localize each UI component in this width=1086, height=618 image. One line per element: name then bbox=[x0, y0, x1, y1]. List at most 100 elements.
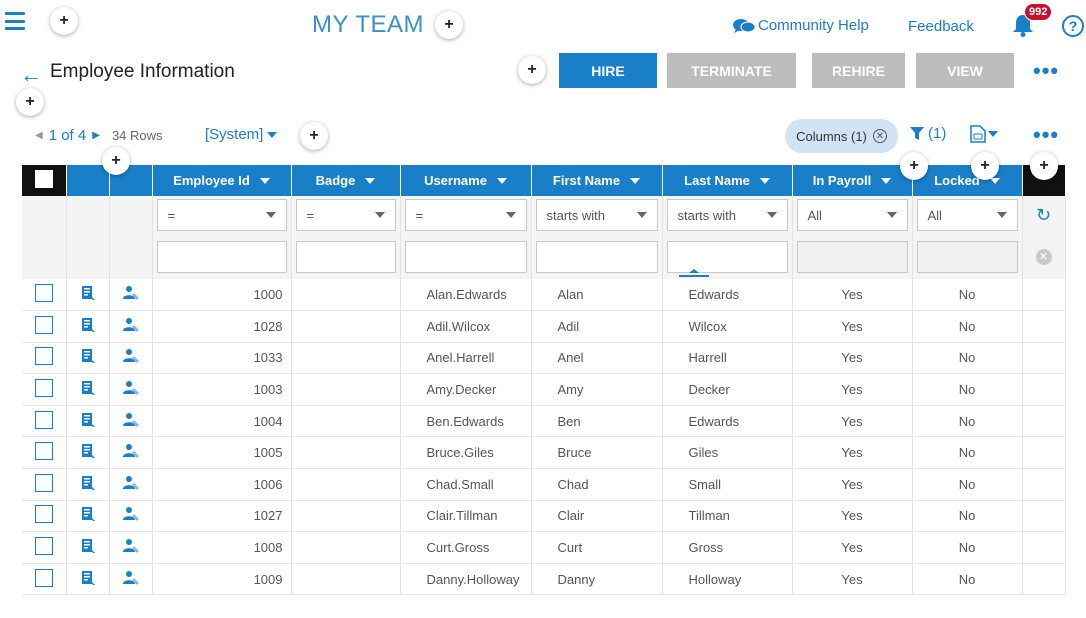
table-row[interactable]: 1005 Bruce.Giles Bruce Giles Yes No bbox=[22, 436, 1066, 470]
terminate-button[interactable]: TERMINATE bbox=[667, 53, 796, 88]
edit-record-icon[interactable] bbox=[80, 444, 96, 462]
cell-in-payroll: Yes bbox=[792, 563, 913, 596]
user-edit-icon[interactable] bbox=[122, 507, 140, 525]
select-value: All bbox=[807, 207, 822, 223]
add-tour-hotspot[interactable]: + bbox=[518, 56, 546, 84]
cell-in-payroll: Yes bbox=[792, 436, 913, 470]
grid-more-menu[interactable]: ••• bbox=[1033, 124, 1059, 146]
user-edit-icon[interactable] bbox=[122, 286, 140, 304]
row-checkbox[interactable] bbox=[34, 315, 53, 334]
edit-record-icon[interactable] bbox=[80, 475, 96, 494]
edit-record-icon[interactable] bbox=[80, 412, 96, 431]
first-name-operator-select[interactable]: starts with bbox=[535, 199, 658, 231]
columns-chip[interactable]: Columns (1) ✕ bbox=[785, 119, 898, 153]
clear-filter-icon[interactable]: ✕ bbox=[1035, 248, 1052, 265]
row-checkbox[interactable] bbox=[34, 442, 53, 461]
add-tour-hotspot[interactable]: + bbox=[102, 147, 130, 175]
column-header-employee-id[interactable]: Employee Id bbox=[152, 165, 292, 196]
badge-operator-select[interactable]: = bbox=[295, 199, 396, 231]
row-checkbox[interactable] bbox=[34, 537, 53, 556]
table-row[interactable]: 1008 Curt.Gross Curt Gross Yes No bbox=[22, 531, 1066, 564]
user-edit-icon[interactable] bbox=[122, 317, 140, 336]
view-button[interactable]: VIEW bbox=[916, 53, 1014, 88]
employee-id-filter-input[interactable] bbox=[156, 240, 287, 273]
select-all-header[interactable] bbox=[22, 165, 67, 196]
chevron-down-icon[interactable] bbox=[365, 177, 376, 184]
chevron-down-icon[interactable] bbox=[496, 177, 507, 184]
row-checkbox[interactable] bbox=[34, 568, 53, 587]
row-checkbox[interactable] bbox=[34, 473, 53, 492]
user-edit-icon[interactable] bbox=[122, 349, 140, 367]
first-name-filter-input[interactable] bbox=[535, 240, 658, 273]
view-selector[interactable]: [System] bbox=[205, 126, 278, 143]
table-row[interactable]: 1000 Alan.Edwards Alan Edwards Yes No bbox=[22, 279, 1066, 312]
add-tour-hotspot[interactable]: + bbox=[900, 152, 928, 180]
chevron-down-icon[interactable] bbox=[259, 177, 270, 184]
column-header-locked[interactable]: Locked bbox=[912, 165, 1023, 196]
column-header-username[interactable]: Username bbox=[400, 165, 532, 196]
cell-last-name: Wilcox bbox=[662, 310, 793, 343]
table-row[interactable]: 1004 Ben.Edwards Ben Edwards Yes No bbox=[22, 405, 1066, 438]
add-tour-hotspot[interactable]: + bbox=[971, 152, 999, 180]
close-icon[interactable]: ✕ bbox=[872, 129, 887, 143]
table-row[interactable]: 1028 Adil.Wilcox Adil Wilcox Yes No bbox=[22, 310, 1066, 343]
table-row[interactable]: 1033 Anel.Harrell Anel Harrell Yes No bbox=[22, 342, 1066, 375]
row-checkbox[interactable] bbox=[34, 347, 53, 366]
edit-record-icon[interactable] bbox=[80, 286, 96, 304]
edit-record-icon[interactable] bbox=[80, 539, 96, 557]
sort-ascending-icon[interactable] bbox=[678, 268, 709, 278]
row-checkbox[interactable] bbox=[34, 379, 53, 398]
community-help-link[interactable]: Community Help bbox=[732, 17, 869, 34]
table-row[interactable]: 1006 Chad.Small Chad Small Yes No bbox=[22, 468, 1066, 501]
column-header-first-name[interactable]: First Name bbox=[531, 165, 663, 196]
last-name-operator-select[interactable]: starts with bbox=[666, 199, 788, 231]
username-filter-input[interactable] bbox=[404, 240, 527, 273]
chevron-down-icon[interactable] bbox=[759, 177, 770, 184]
add-tour-hotspot[interactable]: + bbox=[16, 88, 44, 116]
edit-record-icon[interactable] bbox=[80, 381, 96, 399]
user-edit-icon[interactable] bbox=[122, 570, 140, 589]
row-checkbox[interactable] bbox=[34, 410, 53, 429]
in-payroll-filter-select[interactable]: All bbox=[796, 199, 908, 231]
edit-record-icon[interactable] bbox=[80, 349, 96, 367]
username-operator-select[interactable]: = bbox=[404, 199, 527, 231]
chevron-down-icon[interactable] bbox=[881, 177, 892, 184]
add-tour-hotspot[interactable]: + bbox=[50, 7, 78, 35]
menu-icon[interactable] bbox=[5, 12, 25, 30]
filter-toggle[interactable]: (1) bbox=[910, 125, 946, 142]
table-row[interactable]: 1027 Clair.Tillman Clair Tillman Yes No bbox=[22, 500, 1066, 533]
add-tour-hotspot[interactable]: + bbox=[435, 11, 463, 39]
edit-record-icon[interactable] bbox=[80, 317, 96, 336]
column-header-in-payroll[interactable]: In Payroll bbox=[792, 165, 913, 196]
back-arrow-icon[interactable]: ← bbox=[20, 62, 42, 88]
chevron-down-icon[interactable] bbox=[630, 177, 641, 184]
table-row[interactable]: 1009 Danny.Holloway Danny Holloway Yes No bbox=[22, 563, 1066, 596]
prev-page-icon[interactable]: ◀ bbox=[35, 130, 43, 141]
select-all-checkbox[interactable] bbox=[34, 170, 53, 188]
user-edit-icon[interactable] bbox=[122, 444, 140, 462]
edit-record-icon[interactable] bbox=[80, 570, 96, 589]
user-edit-icon[interactable] bbox=[122, 381, 140, 399]
page-more-menu[interactable]: ••• bbox=[1033, 60, 1059, 82]
edit-record-icon[interactable] bbox=[80, 507, 96, 525]
row-checkbox[interactable] bbox=[34, 284, 53, 303]
user-edit-icon[interactable] bbox=[122, 539, 140, 557]
hire-button[interactable]: HIRE bbox=[559, 53, 657, 88]
column-header-badge[interactable]: Badge bbox=[291, 165, 401, 196]
row-checkbox[interactable] bbox=[34, 505, 53, 524]
add-tour-hotspot[interactable]: + bbox=[300, 122, 328, 150]
feedback-link[interactable]: Feedback bbox=[908, 18, 974, 35]
locked-filter-select[interactable]: All bbox=[916, 199, 1018, 231]
next-page-icon[interactable]: ▶ bbox=[92, 130, 100, 141]
help-icon[interactable]: ? bbox=[1062, 15, 1084, 37]
refresh-icon[interactable]: ↻ bbox=[1036, 205, 1051, 225]
rehire-button[interactable]: REHIRE bbox=[812, 53, 905, 88]
table-row[interactable]: 1003 Amy.Decker Amy Decker Yes No bbox=[22, 373, 1066, 406]
badge-filter-input[interactable] bbox=[295, 240, 396, 273]
employee-id-operator-select[interactable]: = bbox=[156, 199, 287, 231]
column-header-last-name[interactable]: Last Name bbox=[662, 165, 793, 196]
user-edit-icon[interactable] bbox=[122, 475, 140, 494]
export-menu[interactable] bbox=[970, 125, 998, 143]
user-edit-icon[interactable] bbox=[122, 412, 140, 431]
add-tour-hotspot[interactable]: + bbox=[1030, 152, 1058, 180]
